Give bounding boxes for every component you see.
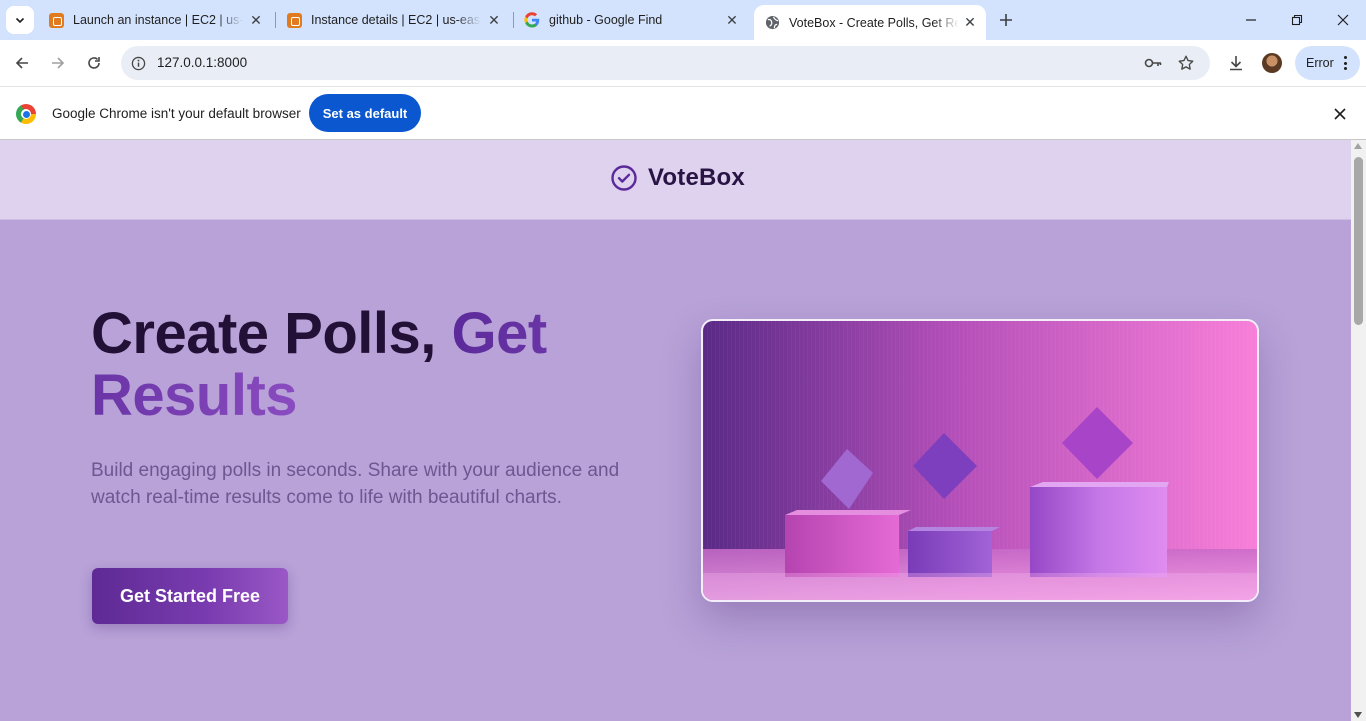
tab-votebox[interactable]: VoteBox - Create Polls, Get Results ✕ (754, 5, 986, 40)
restore-icon (1291, 14, 1303, 26)
close-icon (1334, 108, 1346, 120)
aws-console-icon (286, 12, 302, 28)
tab-launch-instance[interactable]: Launch an instance | EC2 | us-east-1 ✕ (38, 5, 272, 35)
profile-avatar[interactable] (1262, 53, 1282, 73)
page-scrollbar[interactable] (1351, 140, 1366, 721)
hero-title: Create Polls, Get Results (91, 303, 651, 427)
tab-title: Launch an instance | EC2 | us-east-1 (73, 13, 243, 27)
password-key-icon[interactable] (1143, 53, 1163, 73)
close-window-button[interactable] (1320, 0, 1366, 40)
download-icon (1230, 56, 1242, 71)
profile-error-button[interactable]: Error (1295, 46, 1360, 80)
close-icon[interactable]: ✕ (962, 14, 978, 31)
close-icon[interactable]: ✕ (724, 12, 740, 28)
scroll-down-arrow-icon[interactable] (1354, 712, 1362, 718)
tab-title: github - Google Find (549, 13, 663, 27)
get-started-button[interactable]: Get Started Free (92, 568, 288, 624)
forward-button[interactable] (44, 49, 72, 77)
downloads-button[interactable] (1224, 51, 1248, 75)
set-as-default-button[interactable]: Set as default (309, 94, 421, 132)
site-info-icon[interactable] (130, 55, 146, 71)
address-bar[interactable]: 127.0.0.1:8000 (121, 46, 1210, 80)
tab-title: VoteBox - Create Polls, Get Results (789, 15, 959, 30)
chevron-down-icon (15, 17, 25, 24)
hero-title-main: Create Polls, (91, 301, 452, 366)
reload-button[interactable] (80, 49, 108, 77)
new-tab-button[interactable] (994, 8, 1018, 32)
close-icon[interactable]: ✕ (248, 12, 264, 28)
minimize-button[interactable] (1228, 0, 1274, 40)
plus-icon (1000, 14, 1012, 26)
chrome-logo-icon (16, 104, 36, 124)
url-text[interactable]: 127.0.0.1:8000 (157, 55, 247, 70)
scrollbar-thumb[interactable] (1354, 157, 1363, 325)
hero-section: Create Polls, Get Results Build engaging… (0, 220, 1351, 721)
infobar-close-button[interactable] (1330, 104, 1350, 124)
tab-google-search[interactable]: github - Google Find ✕ (514, 5, 748, 35)
site-header: VoteBox (0, 140, 1351, 220)
profile-status-label: Error (1306, 56, 1334, 70)
more-menu-icon[interactable] (1343, 56, 1347, 70)
arrow-left-icon (15, 57, 28, 69)
reload-icon (88, 57, 100, 69)
back-button[interactable] (8, 49, 36, 77)
google-icon (524, 12, 540, 28)
page-viewport: VoteBox Create Polls, Get Results Build … (0, 140, 1351, 721)
aws-console-icon (48, 12, 64, 28)
hero-illustration (701, 319, 1259, 602)
tab-instance-details[interactable]: Instance details | EC2 | us-east-1 ✕ (276, 5, 510, 35)
restore-button[interactable] (1274, 0, 1320, 40)
arrow-right-icon (52, 57, 65, 69)
brand-logo-link[interactable]: VoteBox (610, 164, 745, 192)
default-browser-infobar: Google Chrome isn't your default browser… (0, 86, 1366, 140)
scroll-up-arrow-icon[interactable] (1354, 143, 1362, 149)
close-icon[interactable]: ✕ (486, 12, 502, 28)
brand-name: VoteBox (648, 164, 745, 191)
tab-search-button[interactable] (6, 6, 34, 34)
globe-icon (764, 15, 780, 31)
tab-strip: Launch an instance | EC2 | us-east-1 ✕ I… (0, 0, 1366, 40)
close-icon (1337, 14, 1349, 26)
hero-subtitle: Build engaging polls in seconds. Share w… (91, 460, 620, 508)
check-circle-icon (611, 165, 637, 191)
bookmark-star-icon[interactable] (1176, 53, 1196, 73)
minimize-icon (1246, 19, 1256, 21)
tab-title: Instance details | EC2 | us-east-1 (311, 13, 481, 27)
infobar-message: Google Chrome isn't your default browser (52, 106, 301, 121)
browser-toolbar: 127.0.0.1:8000 Error (0, 40, 1366, 86)
